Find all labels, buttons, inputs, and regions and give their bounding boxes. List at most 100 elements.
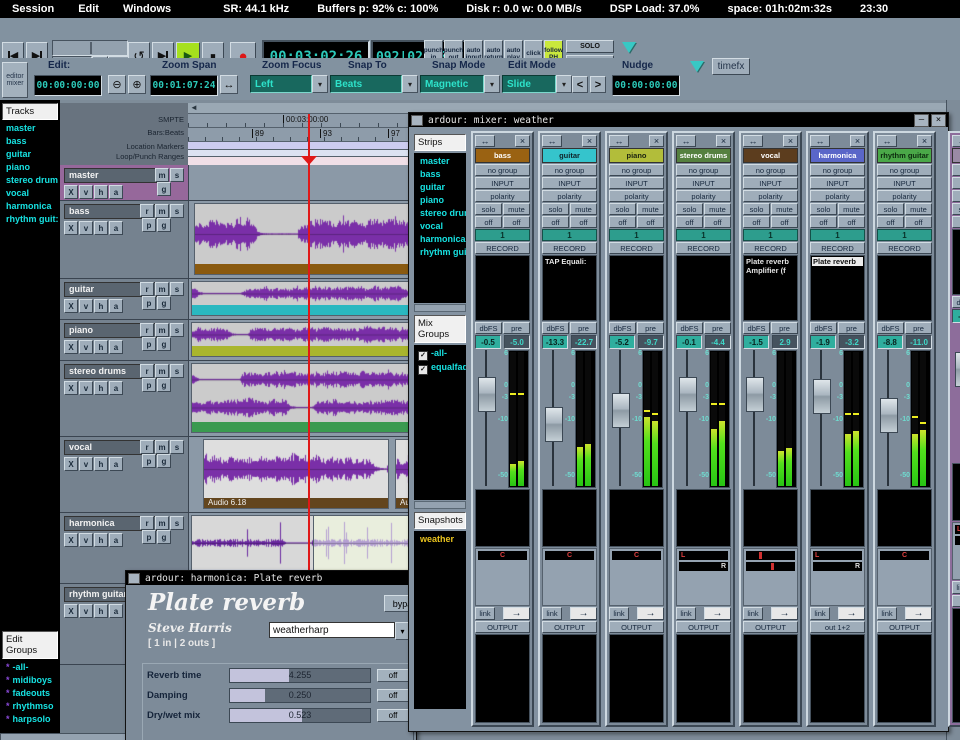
strip-hide-icon[interactable]: × <box>917 135 932 147</box>
pan-link-button[interactable]: link <box>743 607 763 620</box>
panner[interactable]: L R <box>810 548 865 606</box>
polarity-button[interactable]: polarity <box>743 190 798 202</box>
track-state-button[interactable]: g <box>157 530 171 544</box>
panner[interactable]: L R <box>676 548 731 606</box>
solo-safe-button[interactable]: off <box>542 216 569 228</box>
track-state-button[interactable]: r <box>140 440 154 454</box>
param-automation-button[interactable]: off <box>377 689 409 702</box>
fader-handle[interactable] <box>612 393 630 428</box>
output-button[interactable]: out 1+2 <box>810 621 865 633</box>
strip-hide-icon[interactable]: × <box>783 135 798 147</box>
gain-display[interactable]: -1.6 <box>952 309 960 323</box>
input-button[interactable]: INPUT <box>475 177 530 189</box>
strip-name-button[interactable]: master <box>952 148 960 163</box>
panner[interactable]: C <box>877 548 932 606</box>
strip-name-button[interactable]: piano <box>609 148 664 163</box>
tracks-list-item[interactable]: bass <box>0 135 60 148</box>
track-state-button[interactable]: m <box>155 364 169 378</box>
record-arm-button[interactable]: RECORD <box>609 242 664 254</box>
strip-hide-icon[interactable]: × <box>649 135 664 147</box>
track-mini-button[interactable]: v <box>79 221 93 235</box>
pan-link-direction-icon[interactable]: → <box>838 607 865 620</box>
peak-display[interactable]: -11.0 <box>906 335 932 349</box>
strip-width-icon[interactable]: ↔ <box>609 135 629 147</box>
meter-point-button[interactable]: dbFS <box>810 322 837 334</box>
menu-item[interactable]: Windows <box>111 3 183 15</box>
post-redirect-box[interactable] <box>810 489 865 547</box>
mute-button[interactable]: mute <box>637 203 664 215</box>
track-state-button[interactable]: r <box>140 364 154 378</box>
input-button[interactable]: INPUT <box>743 177 798 189</box>
record-arm-button[interactable]: RECORD <box>810 242 865 254</box>
track-mini-button[interactable]: v <box>79 185 93 199</box>
strip-width-icon[interactable]: ↔ <box>877 135 897 147</box>
track-mini-button[interactable]: X <box>64 221 78 235</box>
track-mini-button[interactable]: X <box>64 299 78 313</box>
track-header[interactable]: vocal Xvha rms pg <box>60 437 189 512</box>
horizontal-scrollbar[interactable] <box>0 733 127 740</box>
edit-group-item[interactable]: *-all- <box>0 661 60 674</box>
track-header[interactable]: stereo drums Xvha rms pg <box>60 361 189 436</box>
track-state-button[interactable]: p <box>142 454 156 468</box>
gain-fader[interactable] <box>679 350 695 486</box>
mute-safe-button[interactable]: off <box>905 216 932 228</box>
post-redirect-box[interactable] <box>952 463 960 521</box>
strip-name-button[interactable]: stereo drums <box>676 148 731 163</box>
solo-button[interactable]: SOLO <box>566 40 614 53</box>
track-mini-button[interactable]: v <box>79 604 93 618</box>
track-state-button[interactable]: s <box>170 516 184 530</box>
record-arm-button[interactable]: RECORD <box>676 242 731 254</box>
polarity-button[interactable]: polarity <box>877 190 932 202</box>
gain-display[interactable]: -8.8 <box>877 335 903 349</box>
output-button[interactable]: OUTPUT <box>952 595 960 607</box>
strip-width-icon[interactable]: ↔ <box>676 135 696 147</box>
ruler-label-bars[interactable]: Bars:Beats <box>147 128 184 137</box>
track-header[interactable]: piano Xvha rms pg <box>60 320 189 360</box>
pan-link-direction-icon[interactable]: → <box>905 607 932 620</box>
pan-link-button[interactable]: link <box>475 607 495 620</box>
menu-item[interactable]: Session <box>0 3 66 15</box>
edit-clock[interactable]: 00:00:00:00 <box>34 75 102 96</box>
track-state-button[interactable]: s <box>170 282 184 296</box>
track-mini-button[interactable]: h <box>94 381 108 395</box>
polarity-button[interactable]: polarity <box>810 190 865 202</box>
mute-safe-button[interactable]: off <box>771 216 798 228</box>
scrollbar[interactable] <box>414 304 466 312</box>
param-slider[interactable]: 0.250 <box>229 688 371 703</box>
checkbox-icon[interactable]: ✓ <box>418 365 428 375</box>
track-mini-button[interactable]: h <box>94 185 108 199</box>
input-count[interactable]: 1 <box>475 229 530 241</box>
input-button[interactable]: INPUT <box>676 177 731 189</box>
pre-redirect-box[interactable] <box>475 255 530 321</box>
checkbox-icon[interactable]: ✓ <box>418 351 428 361</box>
output-button[interactable]: OUTPUT <box>743 621 798 633</box>
meter-point-button[interactable]: dbFS <box>676 322 703 334</box>
fader-handle[interactable] <box>478 377 496 412</box>
strip-name-button[interactable]: bass <box>475 148 530 163</box>
track-mini-button[interactable]: h <box>94 221 108 235</box>
peak-display[interactable]: -3.2 <box>839 335 865 349</box>
track-state-button[interactable]: g <box>157 454 171 468</box>
polarity-button[interactable]: polarity <box>676 190 731 202</box>
strip-hide-icon[interactable]: × <box>850 135 865 147</box>
zoom-to-session-icon[interactable]: ↔ <box>220 75 238 94</box>
pre-redirect-box[interactable]: Plate reverb <box>810 255 865 321</box>
mouse-mode-button[interactable]: timefx <box>712 58 750 75</box>
track-mini-button[interactable]: h <box>94 604 108 618</box>
meter-pre-button[interactable]: pre <box>771 322 798 334</box>
window-icon[interactable] <box>411 115 423 126</box>
solo-button[interactable]: solo <box>877 203 904 215</box>
strip-name-button[interactable]: harmonica <box>810 148 865 163</box>
track-state-button[interactable]: s <box>170 204 184 218</box>
peak-display[interactable]: -9.7 <box>638 335 664 349</box>
input-button[interactable]: INPUT <box>877 177 932 189</box>
tracks-list-item[interactable]: guitar <box>0 148 60 161</box>
edit-mode-select[interactable]: Slide▾ <box>502 75 572 93</box>
post-redirect-box[interactable] <box>542 489 597 547</box>
comments-box[interactable] <box>676 634 731 723</box>
track-mini-button[interactable]: X <box>64 457 78 471</box>
panner[interactable]: C <box>475 548 530 606</box>
track-mini-button[interactable]: a <box>109 604 123 618</box>
track-mini-button[interactable]: X <box>64 533 78 547</box>
param-automation-button[interactable]: off <box>377 669 409 682</box>
